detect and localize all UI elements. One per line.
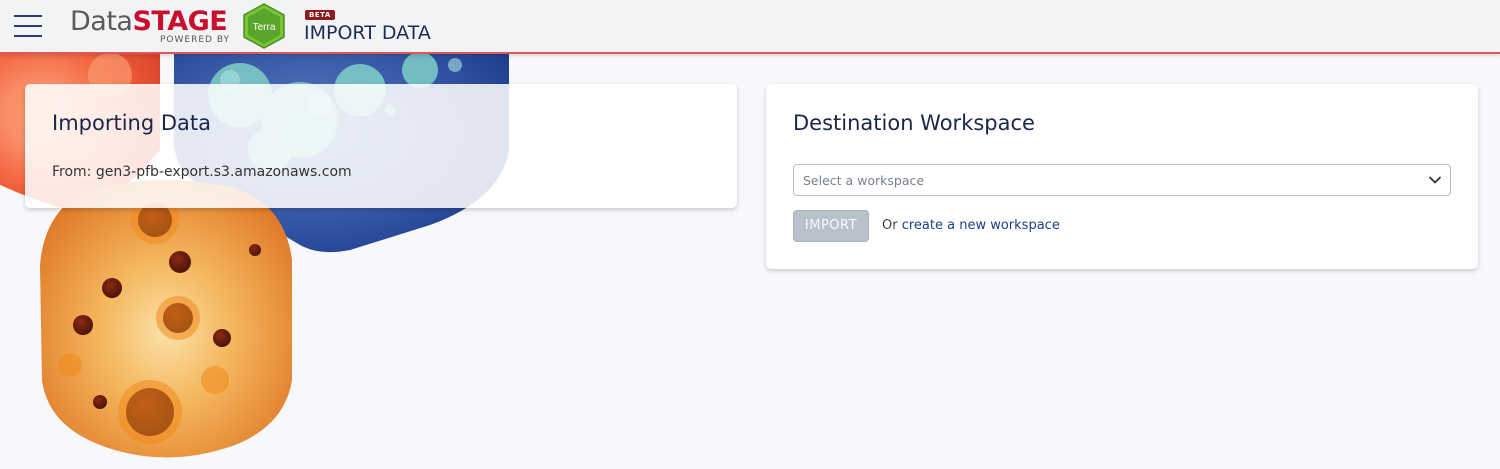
beta-badge: BETA	[305, 10, 335, 20]
destination-workspace-title: Destination Workspace	[793, 111, 1035, 135]
workspace-select-placeholder: Select a workspace	[803, 173, 925, 188]
importing-data-card: Importing Data From: gen3-pfb-export.s3.…	[25, 84, 737, 208]
from-label: From:	[52, 164, 92, 180]
import-source-line: From: gen3-pfb-export.s3.amazonaws.com	[52, 164, 352, 180]
workspace-select[interactable]: Select a workspace	[793, 164, 1451, 196]
create-new-workspace-link[interactable]: create a new workspace	[902, 218, 1060, 233]
top-navigation-bar: DataSTAGE POWERED BY Terra BETA IMPORT D…	[0, 0, 1500, 54]
background-hex-imagery	[0, 52, 509, 458]
chevron-down-icon	[1429, 176, 1441, 184]
powered-by-text: POWERED BY	[160, 35, 231, 45]
datastage-logo[interactable]: DataSTAGE POWERED BY Terra	[70, 2, 290, 50]
import-button[interactable]: IMPORT	[793, 210, 869, 242]
or-label: Or	[882, 218, 898, 233]
import-source-value: gen3-pfb-export.s3.amazonaws.com	[95, 164, 352, 180]
terra-logo-icon: Terra	[243, 3, 285, 49]
page-title: IMPORT DATA	[304, 22, 431, 44]
terra-label: Terra	[253, 22, 276, 33]
hamburger-icon[interactable]	[14, 14, 42, 38]
logo-stage-text: STAGE	[132, 6, 228, 37]
destination-workspace-card: Destination Workspace Select a workspace…	[766, 84, 1478, 269]
create-workspace-prompt: Or create a new workspace	[882, 218, 1060, 233]
logo-data-text: Data	[70, 6, 133, 37]
importing-data-title: Importing Data	[52, 111, 211, 135]
